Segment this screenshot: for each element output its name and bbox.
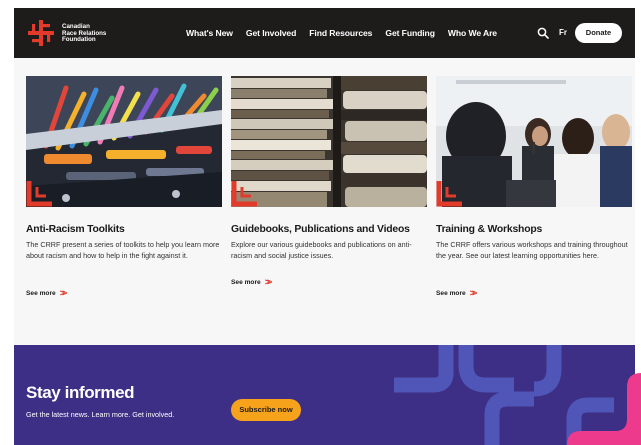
- see-more-link[interactable]: See more >>: [231, 277, 272, 287]
- card-description: Explore our various guidebooks and publi…: [231, 240, 412, 261]
- card-image-toolkit: [26, 76, 222, 207]
- newsletter-banner: Stay informed Get the latest news. Learn…: [14, 345, 635, 445]
- card-image-books: [231, 76, 427, 207]
- site-header: Canadian Race Relations Foundation What'…: [14, 8, 635, 58]
- chevron-right-double-icon: >>: [469, 288, 477, 298]
- nav-get-funding[interactable]: Get Funding: [385, 28, 435, 38]
- nav-get-involved[interactable]: Get Involved: [246, 28, 296, 38]
- main-nav: What's New Get Involved Find Resources G…: [186, 8, 510, 58]
- logo-text: Canadian Race Relations Foundation: [62, 23, 142, 44]
- card-title[interactable]: Anti-Racism Toolkits: [26, 224, 226, 235]
- newsletter-subtitle: Get the latest news. Learn more. Get inv…: [26, 410, 175, 419]
- corner-bracket-icon: [436, 181, 462, 207]
- see-more-label: See more: [26, 290, 56, 297]
- chevron-right-double-icon: >>: [59, 288, 67, 298]
- corner-bracket-icon: [231, 181, 257, 207]
- donate-button[interactable]: Donate: [575, 23, 622, 43]
- card-description: The CRRF offers various workshops and tr…: [436, 240, 628, 261]
- search-icon[interactable]: [537, 27, 549, 39]
- card-training-workshops: Training & Workshops The CRRF offers var…: [436, 76, 632, 298]
- chevron-right-double-icon: >>: [264, 277, 272, 287]
- see-more-label: See more: [436, 290, 466, 297]
- accent-shape: [567, 373, 641, 445]
- card-anti-racism-toolkits: Anti-Racism Toolkits The CRRF present a …: [26, 76, 222, 298]
- logo[interactable]: Canadian Race Relations Foundation: [26, 18, 156, 48]
- see-more-link[interactable]: See more >>: [436, 288, 477, 298]
- language-toggle[interactable]: Fr: [559, 28, 567, 37]
- card-title[interactable]: Training & Workshops: [436, 224, 635, 235]
- card-title[interactable]: Guidebooks, Publications and Videos: [231, 224, 431, 235]
- see-more-label: See more: [231, 279, 261, 286]
- page: Canadian Race Relations Foundation What'…: [14, 8, 635, 445]
- toolkit-photo: [26, 76, 222, 207]
- card-image-workshop: [436, 76, 632, 207]
- subscribe-button[interactable]: Subscribe now: [231, 399, 301, 421]
- card-description: The CRRF present a series of toolkits to…: [26, 240, 220, 261]
- nav-find-resources[interactable]: Find Resources: [309, 28, 372, 38]
- nav-who-we-are[interactable]: Who We Are: [448, 28, 497, 38]
- logo-line: Foundation: [62, 36, 96, 44]
- books-photo: [231, 76, 427, 207]
- nav-whats-new[interactable]: What's New: [186, 28, 233, 38]
- newsletter-title: Stay informed: [26, 383, 135, 402]
- card-guidebooks: Guidebooks, Publications and Videos Expl…: [231, 76, 427, 287]
- corner-bracket-icon: [26, 181, 52, 207]
- logo-mark-icon: [28, 20, 54, 46]
- see-more-link[interactable]: See more >>: [26, 288, 67, 298]
- workshop-photo: [436, 76, 632, 207]
